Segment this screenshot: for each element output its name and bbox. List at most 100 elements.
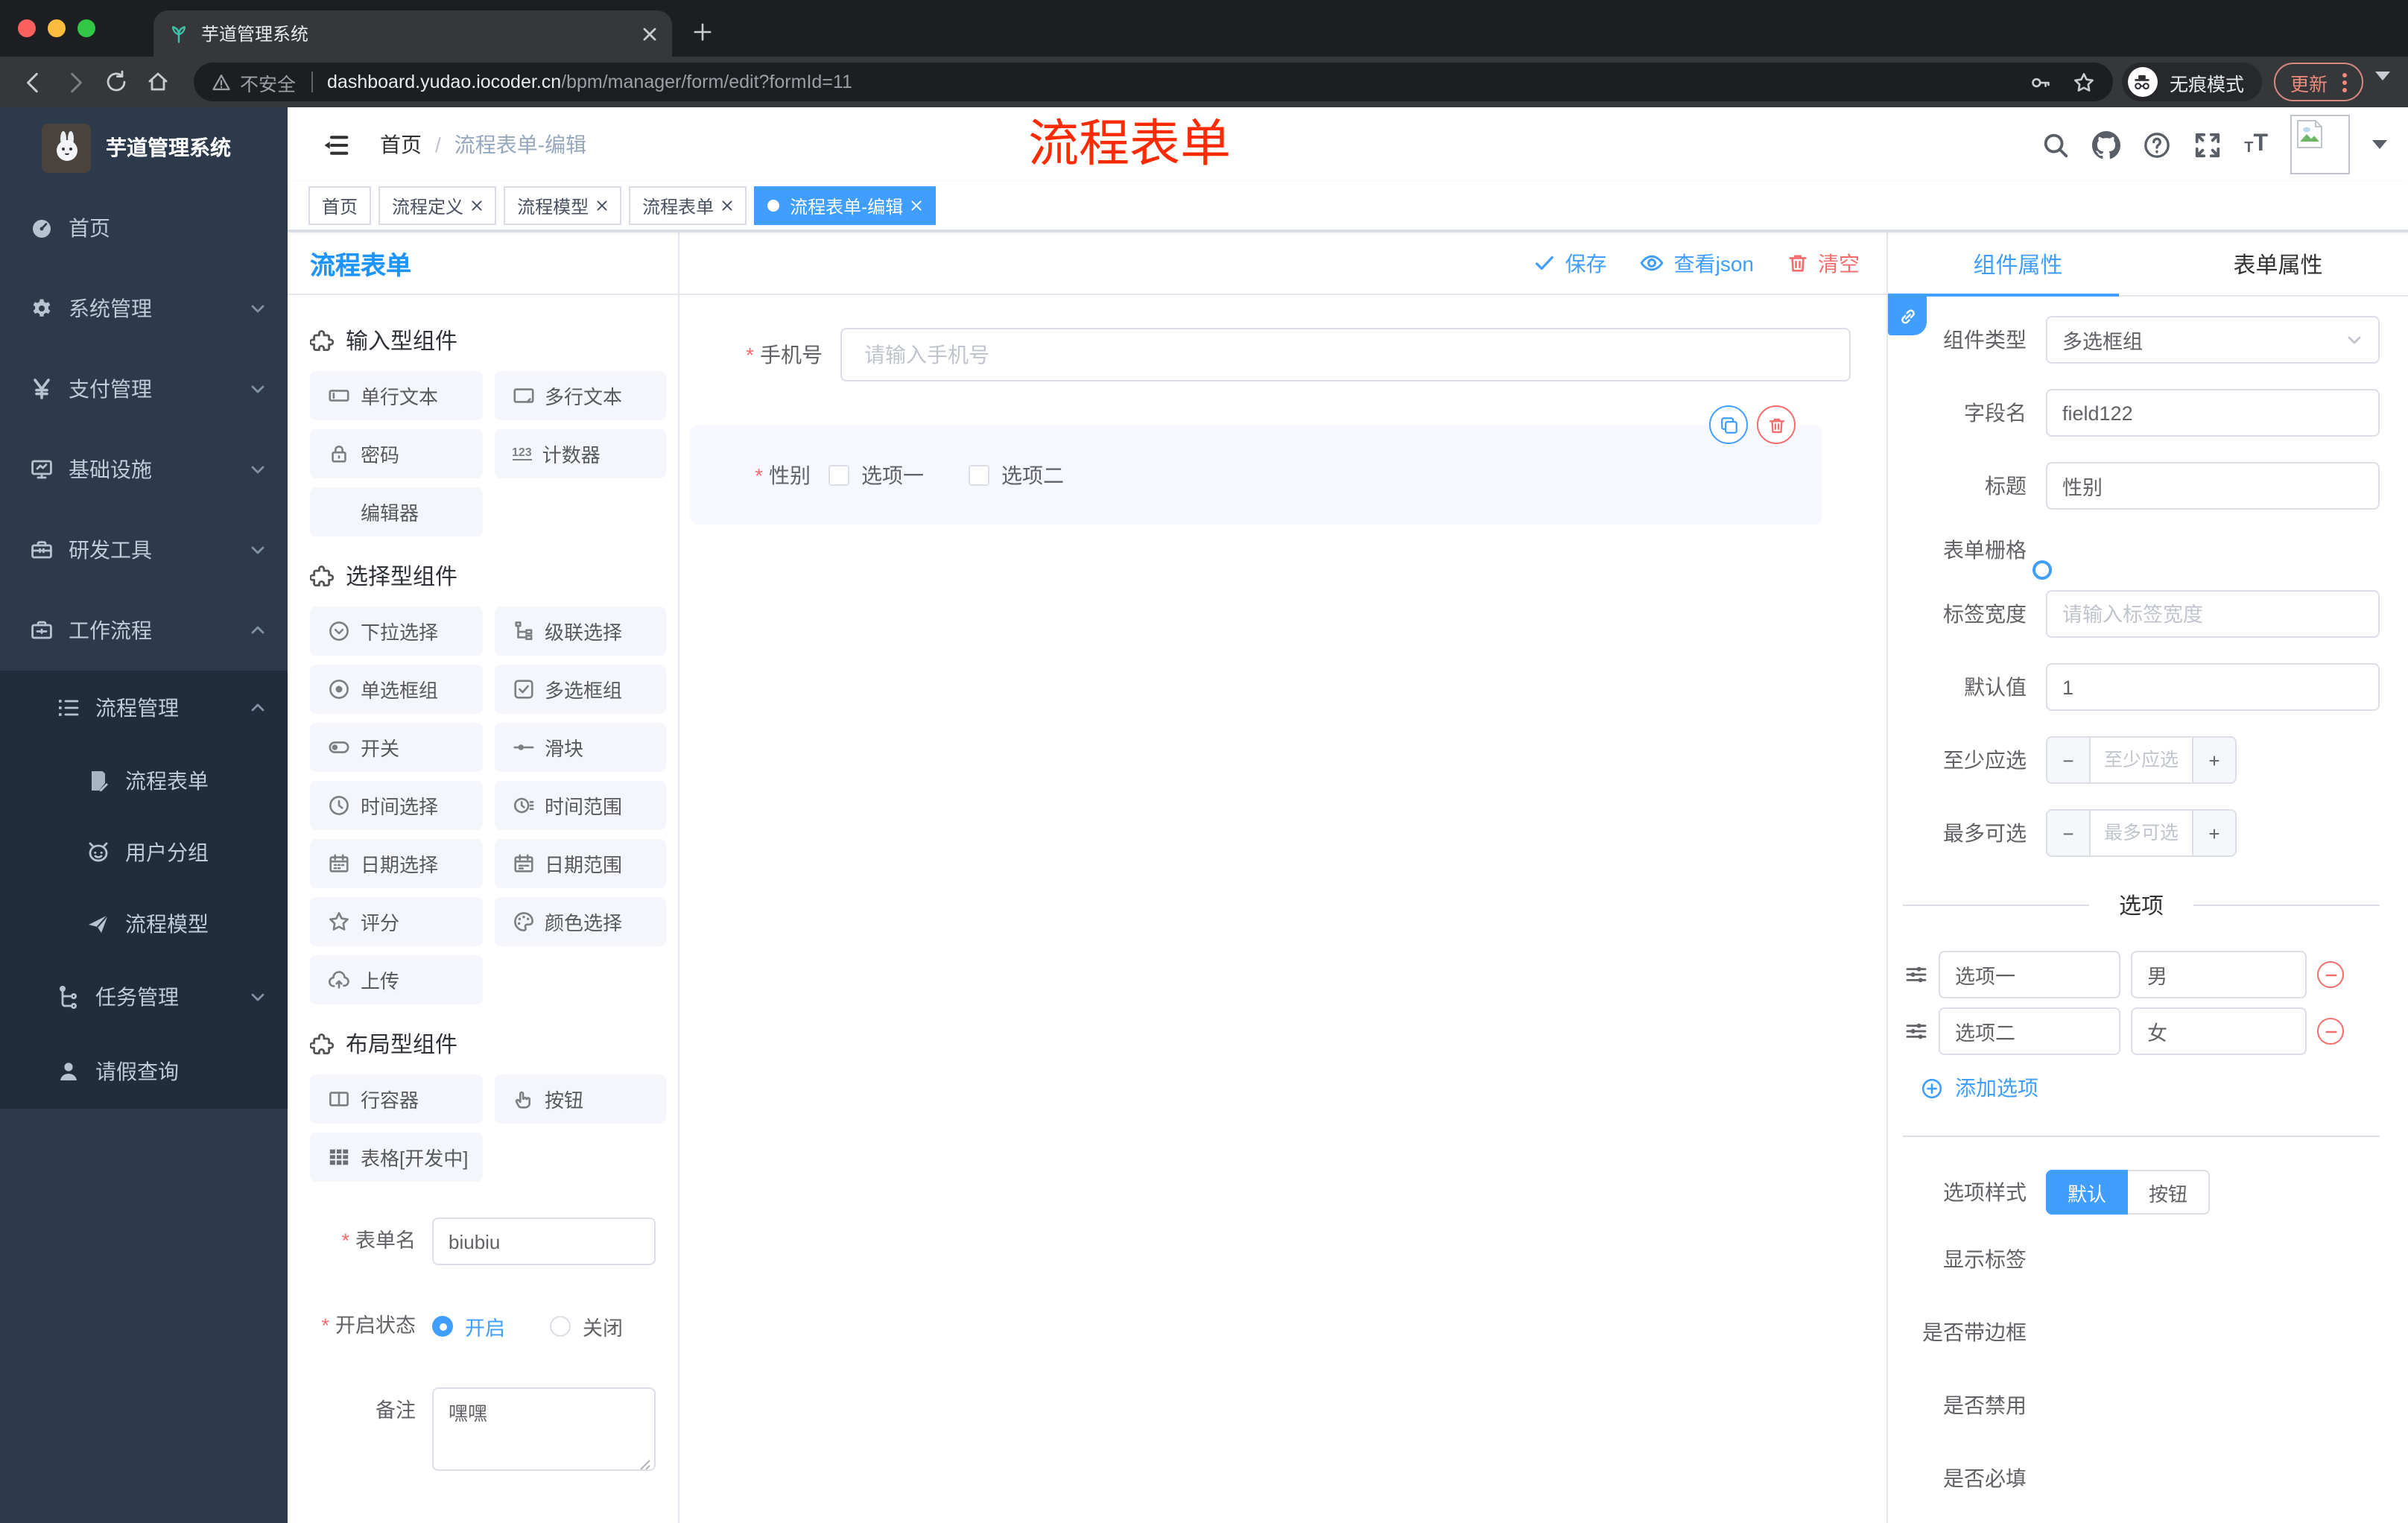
stepper-increase-button[interactable]: +	[2192, 811, 2235, 855]
tag-process-form-edit[interactable]: 流程表单-编辑	[754, 186, 937, 225]
drag-handle-icon[interactable]	[1904, 1019, 1928, 1043]
sidebar-item-process-form[interactable]: 流程表单	[0, 745, 288, 817]
browser-menu-icon[interactable]	[2342, 72, 2347, 92]
reload-button[interactable]	[95, 61, 137, 103]
browser-tab[interactable]: 芋道管理系统	[153, 10, 672, 57]
palette-item-counter[interactable]: 123 计数器	[494, 429, 666, 478]
status-on-label[interactable]: 开启	[465, 1311, 505, 1341]
stepper-decrease-button[interactable]: −	[2047, 811, 2091, 855]
tab-form-props[interactable]: 表单属性	[2148, 232, 2408, 295]
status-off-radio[interactable]	[550, 1316, 571, 1337]
palette-item-row-container[interactable]: 行容器	[310, 1074, 482, 1124]
app-logo-row[interactable]: 芋道管理系统	[0, 107, 288, 188]
tag-close-icon[interactable]	[471, 200, 483, 212]
tag-close-icon[interactable]	[910, 200, 922, 212]
view-json-button[interactable]: 查看json	[1640, 248, 1754, 278]
password-key-icon[interactable]	[2030, 71, 2052, 93]
stepper-increase-button[interactable]: +	[2192, 738, 2235, 782]
sidebar-toggle-icon[interactable]	[322, 130, 350, 159]
bookmark-star-icon[interactable]	[2073, 71, 2095, 93]
sidebar-item-workflow[interactable]: 工作流程	[0, 590, 288, 671]
sidebar-item-leave-query[interactable]: 请假查询	[0, 1034, 288, 1109]
style-default-button[interactable]: 默认	[2046, 1170, 2128, 1215]
sidebar-item-process-mgmt[interactable]: 流程管理	[0, 671, 288, 745]
delete-component-button[interactable]	[1757, 405, 1796, 444]
palette-item-radio-group[interactable]: 单选框组	[310, 665, 482, 714]
default-value-input[interactable]	[2046, 663, 2380, 711]
zoom-window-button[interactable]	[77, 19, 95, 37]
palette-item-table[interactable]: 表格[开发中]	[310, 1133, 482, 1182]
save-button[interactable]: 保存	[1534, 248, 1607, 278]
canvas-field-phone[interactable]: 手机号	[679, 328, 1886, 381]
checkbox-unchecked[interactable]	[828, 464, 849, 485]
tag-home[interactable]: 首页	[308, 186, 372, 225]
home-button[interactable]	[137, 61, 179, 103]
tab-close-icon[interactable]	[642, 26, 657, 41]
option-2-value-input[interactable]	[2131, 1007, 2307, 1055]
palette-item-rate[interactable]: 评分	[310, 897, 482, 946]
forward-button[interactable]	[54, 61, 95, 103]
phone-input[interactable]	[840, 328, 1851, 381]
tag-close-icon[interactable]	[721, 200, 733, 212]
palette-item-password[interactable]: 密码	[310, 429, 482, 478]
remove-option-button[interactable]	[2317, 961, 2344, 988]
font-size-icon[interactable]: TT	[2244, 132, 2268, 156]
minimize-window-button[interactable]	[48, 19, 66, 37]
window-controls[interactable]	[18, 19, 95, 37]
option-1-value-input[interactable]	[2131, 951, 2307, 998]
sidebar-item-user-group[interactable]: 用户分组	[0, 817, 288, 888]
field-name-input[interactable]	[2046, 389, 2380, 437]
palette-item-time-picker[interactable]: 时间选择	[310, 781, 482, 830]
canvas-body[interactable]: 手机号 性别 选项一	[679, 295, 1886, 1523]
max-select-input[interactable]	[2091, 811, 2192, 855]
slider-handle[interactable]	[2032, 560, 2052, 580]
stepper-decrease-button[interactable]: −	[2047, 738, 2091, 782]
tag-close-icon[interactable]	[596, 200, 608, 212]
palette-item-color-picker[interactable]: 颜色选择	[494, 897, 666, 946]
palette-item-select[interactable]: 下拉选择	[310, 607, 482, 656]
close-window-button[interactable]	[18, 19, 36, 37]
gender-option-1[interactable]: 选项一	[828, 460, 924, 490]
profile-caret-icon[interactable]	[2375, 72, 2390, 80]
remove-option-button[interactable]	[2317, 1018, 2344, 1045]
sidebar-item-payment[interactable]: 支付管理	[0, 349, 288, 429]
back-button[interactable]	[12, 61, 54, 103]
gender-option-2[interactable]: 选项二	[969, 460, 1064, 490]
min-select-input[interactable]	[2091, 738, 2192, 782]
palette-item-date-picker[interactable]: 日期选择	[310, 839, 482, 888]
fullscreen-icon[interactable]	[2193, 130, 2222, 159]
palette-item-switch[interactable]: 开关	[310, 723, 482, 772]
palette-item-multi-line-text[interactable]: 多行文本	[494, 371, 666, 420]
sidebar-item-infra[interactable]: 基础设施	[0, 429, 288, 510]
title-input[interactable]	[2046, 462, 2380, 510]
palette-item-upload[interactable]: 行容器 上传	[310, 955, 482, 1004]
new-tab-button[interactable]	[693, 10, 712, 57]
palette-item-slider[interactable]: 滑块	[494, 723, 666, 772]
remark-textarea[interactable]: 嘿嘿	[432, 1387, 656, 1471]
style-button-button[interactable]: 按钮	[2128, 1170, 2210, 1215]
status-off-label[interactable]: 关闭	[583, 1311, 623, 1341]
tab-component-props[interactable]: 组件属性	[1888, 232, 2148, 295]
avatar-caret-icon[interactable]	[2372, 140, 2387, 149]
add-option-button[interactable]: 添加选项	[1921, 1073, 2380, 1103]
status-on-radio[interactable]	[432, 1316, 453, 1337]
form-name-input[interactable]	[432, 1218, 656, 1265]
palette-item-cascader[interactable]: 级联选择	[494, 607, 666, 656]
palette-item-single-line-text[interactable]: 单行文本	[310, 371, 482, 420]
tag-process-model[interactable]: 流程模型	[504, 186, 622, 225]
component-type-select[interactable]: 多选框组	[2046, 316, 2380, 364]
address-bar[interactable]: 不安全 dashboard.yudao.iocoder.cn /bpm/mana…	[194, 63, 2113, 101]
drag-handle-icon[interactable]	[1904, 963, 1928, 987]
palette-item-date-range[interactable]: 日期范围	[494, 839, 666, 888]
option-2-label-input[interactable]	[1939, 1007, 2120, 1055]
github-icon[interactable]	[2092, 130, 2121, 159]
palette-item-editor[interactable]: 编辑器	[310, 487, 482, 536]
security-warning[interactable]: 不安全	[212, 68, 296, 96]
sidebar-item-devtools[interactable]: 研发工具	[0, 510, 288, 590]
label-width-input[interactable]	[2046, 590, 2380, 638]
clear-button[interactable]: 清空	[1787, 248, 1860, 278]
sidebar-item-system[interactable]: 系统管理	[0, 268, 288, 349]
update-button[interactable]: 更新	[2273, 63, 2363, 101]
sidebar-item-home[interactable]: 首页	[0, 188, 288, 268]
palette-item-checkbox-group[interactable]: 多选框组	[494, 665, 666, 714]
